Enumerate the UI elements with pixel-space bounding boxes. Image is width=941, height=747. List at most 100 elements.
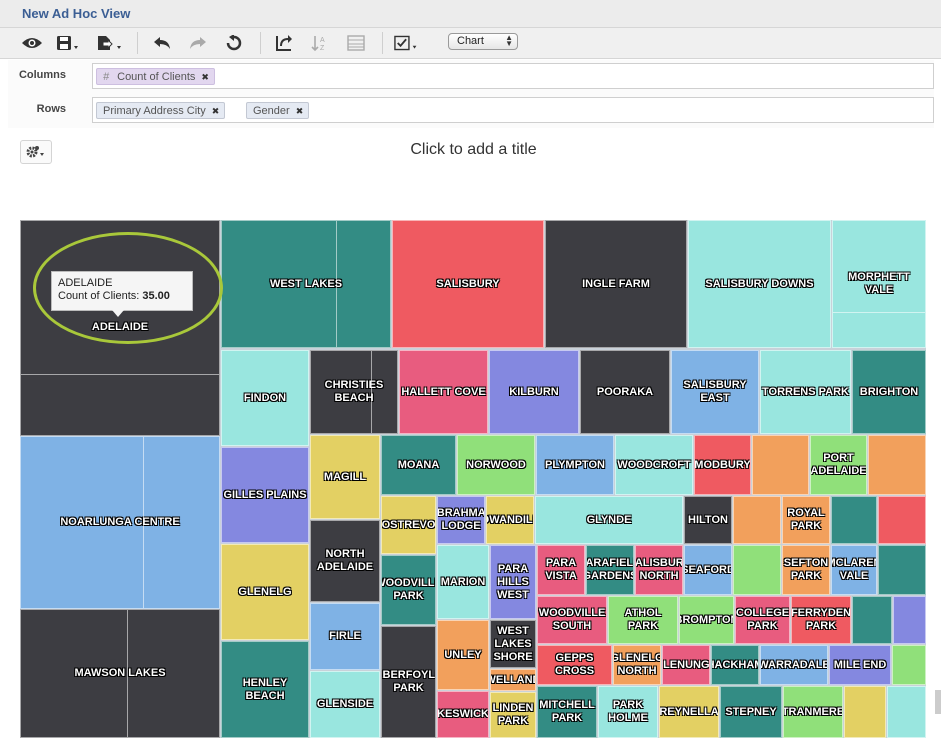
treemap-cell-para-hills-west[interactable]: PARA HILLS WEST [490,545,536,619]
view-icon[interactable] [18,32,46,54]
column-pill-count-of-clients[interactable]: # Count of Clients ✖ [96,68,215,85]
treemap-cell-kilburn[interactable]: KILBURN [489,350,579,434]
treemap-cell-mawson-lakes[interactable]: MAWSON LAKES [20,609,220,738]
treemap-cell-norwood[interactable]: NORWOOD [457,435,535,495]
treemap-cell[interactable] [887,686,926,738]
treemap-cell-tranmere[interactable]: TRANMERE [783,686,843,738]
treemap-cell[interactable] [852,596,892,644]
treemap-cell-woodcroft[interactable]: WOODCROFT [615,435,693,495]
treemap-cell-modbury[interactable]: MODBURY [694,435,751,495]
save-icon[interactable] [54,32,82,54]
treemap-cell-royal-park[interactable]: ROYAL PARK [782,496,830,544]
treemap-cell-athol-park[interactable]: ATHOL PARK [608,596,678,644]
treemap-cell-seaford[interactable]: SEAFORD [684,545,732,595]
treemap-cell-woodville-south[interactable]: WOODVILLE SOUTH [537,596,607,644]
treemap-cell[interactable] [892,645,926,685]
treemap-cell-ferryden-park[interactable]: FERRYDEN PARK [791,596,851,644]
treemap-cell-salisbury-north[interactable]: SALISBURY NORTH [635,545,683,595]
remove-icon[interactable]: ✖ [201,72,209,82]
data-icon[interactable] [342,32,370,54]
chart-title[interactable]: Click to add a title [0,141,941,159]
sort-icon[interactable]: AZ [306,32,334,54]
view-type-select[interactable]: Chart ▲ ▼ [448,33,518,50]
treemap-cell-glenside[interactable]: GLENSIDE [310,671,380,738]
treemap-cell-findon[interactable]: FINDON [221,350,309,446]
treemap-cell-plympton[interactable]: PLYMPTON [536,435,614,495]
treemap-cell-torrens-park[interactable]: TORRENS PARK [760,350,851,434]
treemap-cell-college-park[interactable]: COLLEGE PARK [735,596,790,644]
undo-icon[interactable] [148,32,176,54]
treemap-cell-west-lakes-shore[interactable]: WEST LAKES SHORE [490,620,536,668]
row-pill-gender[interactable]: Gender ✖ [246,102,310,119]
treemap-cell[interactable] [733,496,781,544]
treemap-cell-hackham[interactable]: HACKHAM [711,645,759,685]
treemap-cell-ingle-farm[interactable]: INGLE FARM [545,220,687,348]
redo-icon[interactable] [184,32,212,54]
undo-all-icon[interactable] [220,32,248,54]
treemap-cell-brompton[interactable]: BROMPTON [679,596,734,644]
treemap-cell-pooraka[interactable]: POORAKA [580,350,670,434]
treemap-cell-brahma-lodge[interactable]: BRAHMA LODGE [437,496,485,544]
treemap-cell-marion[interactable]: MARION [437,545,489,619]
treemap-cell-glenelg-north[interactable]: GLENELG NORTH [613,645,661,685]
scrollbar-thumb[interactable] [935,690,941,714]
treemap-cell[interactable] [878,496,926,544]
treemap-cell-hilton[interactable]: HILTON [684,496,732,544]
switch-axes-icon[interactable] [270,32,298,54]
treemap-subdivision [686,221,687,347]
treemap-cell-para-vista[interactable]: PARA VISTA [537,545,585,595]
treemap-cell[interactable] [893,596,926,644]
treemap-cell-gilles-plains[interactable]: GILLES PLAINS [221,447,309,543]
row-pill-primary-address-city[interactable]: Primary Address City ✖ [96,102,226,119]
treemap-cell-parafield-gardens[interactable]: PARAFIELD GARDENS [586,545,634,595]
treemap-cell-moana[interactable]: MOANA [381,435,456,495]
treemap-cell-label: ROYAL PARK [787,507,825,532]
treemap-cell[interactable] [844,686,886,738]
treemap-cell-park-holme[interactable]: PARK HOLME [598,686,658,738]
export-icon[interactable] [96,32,124,54]
treemap-cell-henley-beach[interactable]: HENLEY BEACH [221,641,309,738]
treemap-cell-aberfoyle-park[interactable]: ABERFOYLE PARK [381,626,436,738]
treemap-cell-woodville-park[interactable]: WOODVILLE PARK [381,555,436,625]
treemap-cell-mile-end[interactable]: MILE END [829,645,891,685]
treemap-cell-port-adelaide[interactable]: PORT ADELAIDE [810,435,867,495]
treemap-cell-hallett-cove[interactable]: HALLETT COVE [399,350,488,434]
treemap-cell-gepps-cross[interactable]: GEPPS CROSS [537,645,612,685]
treemap-cell-rostrevor[interactable]: ROSTREVOR [381,496,436,554]
remove-icon[interactable]: ✖ [212,106,220,116]
treemap-cell[interactable] [831,496,877,544]
treemap-cell[interactable] [733,545,781,595]
rows-drop-zone[interactable]: Primary Address City ✖ Gender ✖ [92,97,934,123]
treemap-cell[interactable] [868,435,926,495]
columns-drop-zone[interactable]: # Count of Clients ✖ [92,63,934,89]
treemap-cell-linden-park[interactable]: LINDEN PARK [490,692,536,738]
treemap-cell-stepney[interactable]: STEPNEY [720,686,782,738]
treemap-cell-salisbury-downs[interactable]: SALISBURY DOWNS [688,220,831,348]
treemap-cell-mitchell-park[interactable]: MITCHELL PARK [537,686,597,738]
treemap-cell-keswick[interactable]: KESWICK [437,691,489,738]
treemap-cell-salisbury[interactable]: SALISBURY [392,220,544,348]
treemap-cell-warradale[interactable]: WARRADALE [760,645,828,685]
treemap-cell-north-adelaide[interactable]: NORTH ADELAIDE [310,520,380,602]
treemap-cell[interactable] [752,435,809,495]
treemap-cell-glynde[interactable]: GLYNDE [535,496,683,544]
treemap-cell-cowandilla[interactable]: COWANDILLA [486,496,534,544]
treemap-cell-noarlunga-centre[interactable]: NOARLUNGA CENTRE [20,436,220,609]
treemap-cell-morphett-vale[interactable]: MORPHETT VALE [832,220,926,348]
treemap-cell-firle[interactable]: FIRLE [310,603,380,670]
treemap-cell[interactable] [878,545,926,595]
treemap-cell-glenelg[interactable]: GLENELG [221,544,309,640]
treemap-cell-mclaren-vale[interactable]: MCLAREN VALE [831,545,877,595]
remove-icon[interactable]: ✖ [296,106,304,116]
display-options-icon[interactable] [394,32,422,54]
treemap-cell-salisbury-east[interactable]: SALISBURY EAST [671,350,759,434]
treemap-cell-brighton[interactable]: BRIGHTON [852,350,926,434]
treemap-cell-glenunga[interactable]: GLENUNGA [662,645,710,685]
treemap-cell-christies-beach[interactable]: CHRISTIES BEACH [310,350,398,434]
treemap-cell-west-lakes[interactable]: WEST LAKES [221,220,391,348]
treemap-cell-reynella[interactable]: REYNELLA [659,686,719,738]
treemap-cell-magill[interactable]: MAGILL [310,435,380,519]
treemap-cell-sefton-park[interactable]: SEFTON PARK [782,545,830,595]
treemap-cell-welland[interactable]: WELLAND [490,669,536,691]
treemap-cell-unley[interactable]: UNLEY [437,620,489,690]
